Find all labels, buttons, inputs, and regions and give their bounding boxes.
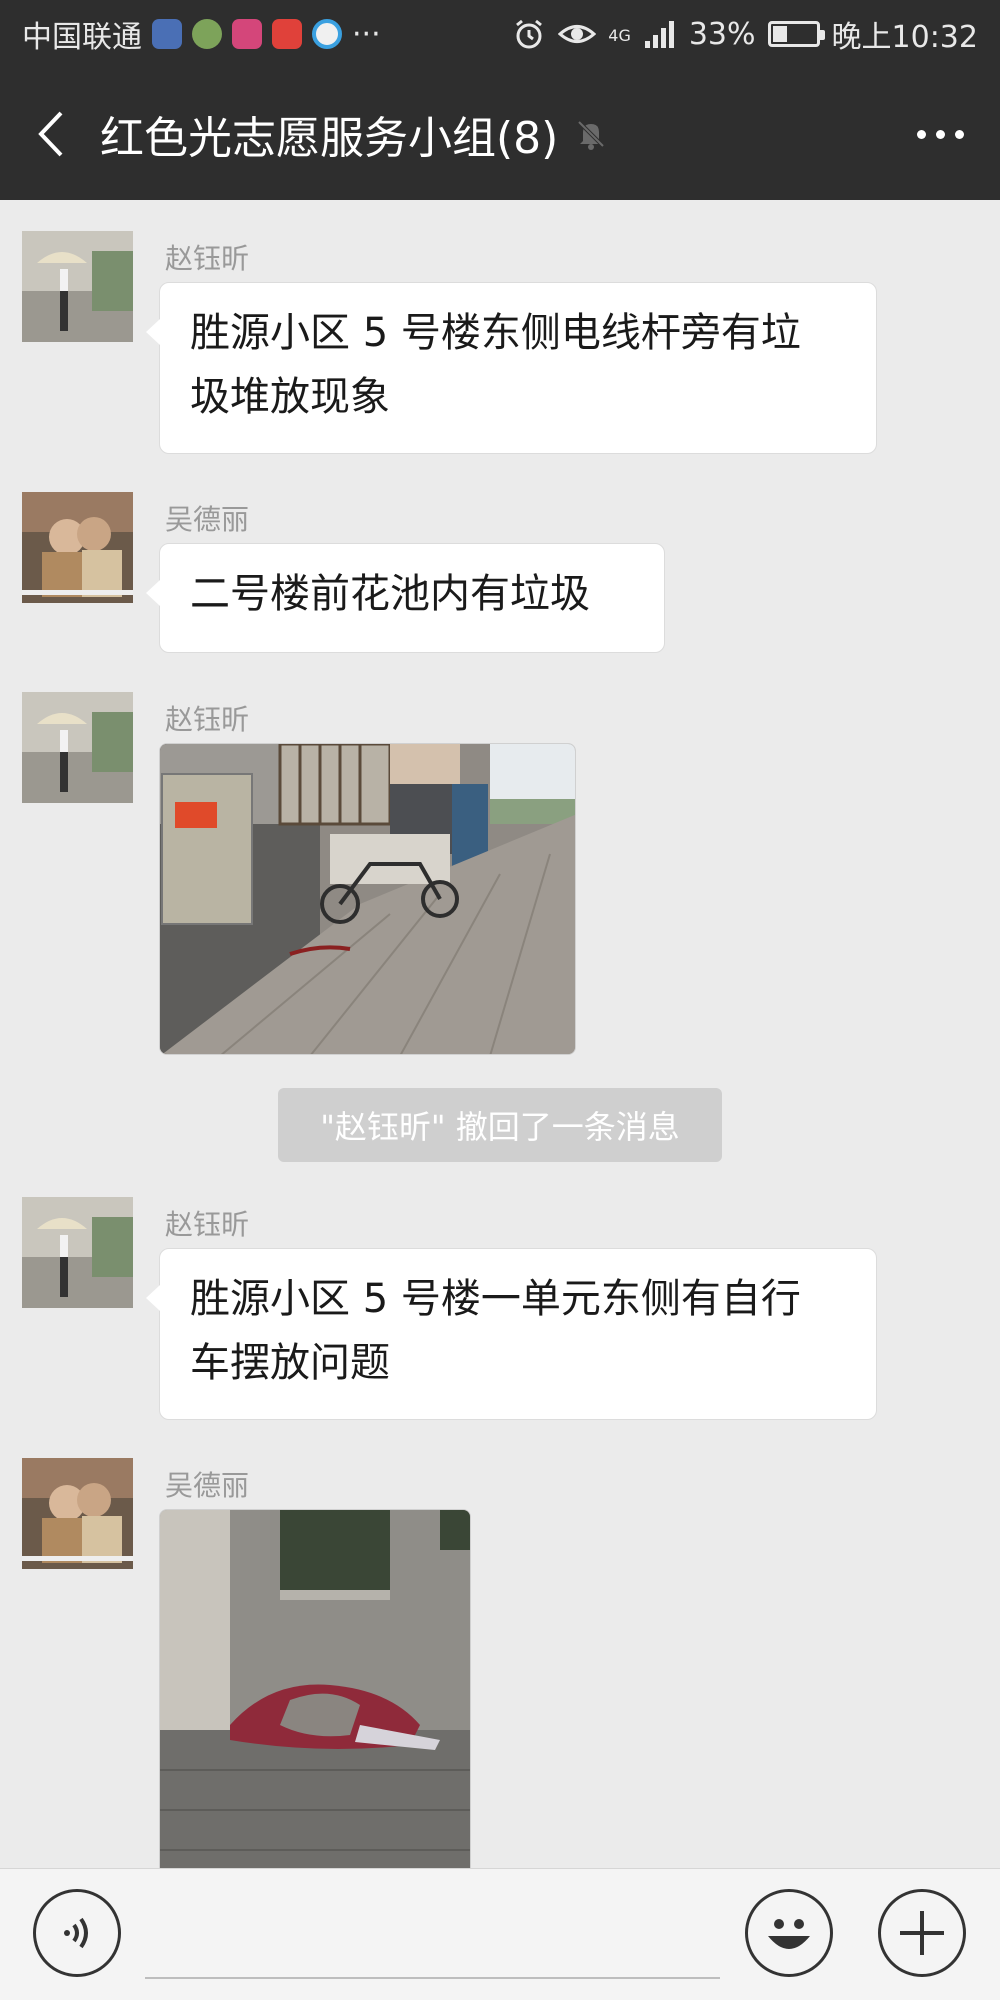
chat-header: 红色光志愿服务小组(8)	[0, 68, 1000, 200]
sender-name: 赵钰昕	[165, 1208, 250, 1241]
voice-button[interactable]	[33, 1889, 121, 1977]
carrier-label: 中国联通	[22, 20, 142, 55]
message-list[interactable]: 赵钰昕 胜源小区 5 号楼东侧电线杆旁有垃 圾堆放现象 吴德丽 二号楼前花池内有…	[0, 200, 1000, 1868]
plus-button[interactable]	[878, 1889, 966, 1977]
battery-level-fill	[772, 26, 788, 42]
message-bubble[interactable]: 胜源小区 5 号楼东侧电线杆旁有垃 圾堆放现象	[146, 282, 877, 454]
browser-app-icon	[312, 19, 342, 49]
chat-input-bar	[0, 1868, 1000, 2000]
voice-icon	[64, 1917, 88, 1949]
more-dot-icon	[935, 129, 945, 139]
time-label: 晚上10:32	[831, 20, 978, 55]
message-text-line: 二号楼前花池内有垃圾	[190, 571, 590, 617]
message-image[interactable]	[159, 1509, 471, 1868]
message-text-line: 圾堆放现象	[190, 374, 390, 420]
page-title: 红色光志愿服务小组(8)	[100, 113, 559, 164]
sender-name: 吴德丽	[165, 503, 250, 536]
chevron-left-icon	[38, 111, 63, 157]
message-image[interactable]	[159, 743, 576, 1055]
more-notifications-indicator: ···	[352, 16, 381, 52]
more-dot-icon	[916, 129, 926, 139]
alarm-icon	[516, 19, 543, 49]
message-text-line: 胜源小区 5 号楼一单元东侧有自行	[190, 1276, 801, 1322]
message-input-field[interactable]	[145, 1977, 720, 1979]
message-bubble[interactable]: 胜源小区 5 号楼一单元东侧有自行 车摆放问题	[146, 1248, 877, 1420]
avatar[interactable]	[22, 1197, 133, 1308]
message-text-line: 车摆放问题	[190, 1340, 390, 1386]
avatar[interactable]	[22, 492, 133, 603]
status-bar-left: 中国联通 ···	[22, 12, 381, 56]
emoji-button[interactable]	[745, 1889, 833, 1977]
message-text-line: 胜源小区 5 号楼东侧电线杆旁有垃	[190, 310, 801, 356]
notification-app-icon	[192, 19, 222, 49]
plus-icon	[900, 1911, 944, 1955]
back-button[interactable]	[0, 68, 100, 200]
network-type-label: 4G	[608, 26, 631, 45]
recall-notice: "赵钰昕" 撤回了一条消息	[278, 1088, 722, 1162]
emoji-icon	[768, 1919, 810, 1949]
notification-app-icon	[152, 19, 182, 49]
avatar[interactable]	[22, 231, 133, 342]
battery-percent-label: 33%	[688, 16, 756, 52]
eye-comfort-icon	[558, 25, 597, 43]
battery-icon	[767, 21, 825, 47]
avatar[interactable]	[22, 692, 133, 803]
status-bar-right: 4G 33% 晚上10:32	[512, 12, 978, 56]
sender-name: 赵钰昕	[165, 703, 250, 736]
more-dot-icon	[954, 129, 964, 139]
more-options-button[interactable]	[880, 68, 1000, 200]
status-bar: 中国联通 ··· 4G 33% 晚上10:32	[0, 0, 1000, 68]
signal-icon	[644, 21, 674, 48]
avatar[interactable]	[22, 1458, 133, 1569]
sender-name: 吴德丽	[165, 1469, 250, 1502]
mute-bell-icon	[576, 119, 606, 150]
message-bubble[interactable]: 二号楼前花池内有垃圾	[146, 543, 665, 653]
sender-name: 赵钰昕	[165, 242, 250, 275]
mp-app-icon	[232, 19, 262, 49]
toutiao-app-icon	[272, 19, 302, 49]
